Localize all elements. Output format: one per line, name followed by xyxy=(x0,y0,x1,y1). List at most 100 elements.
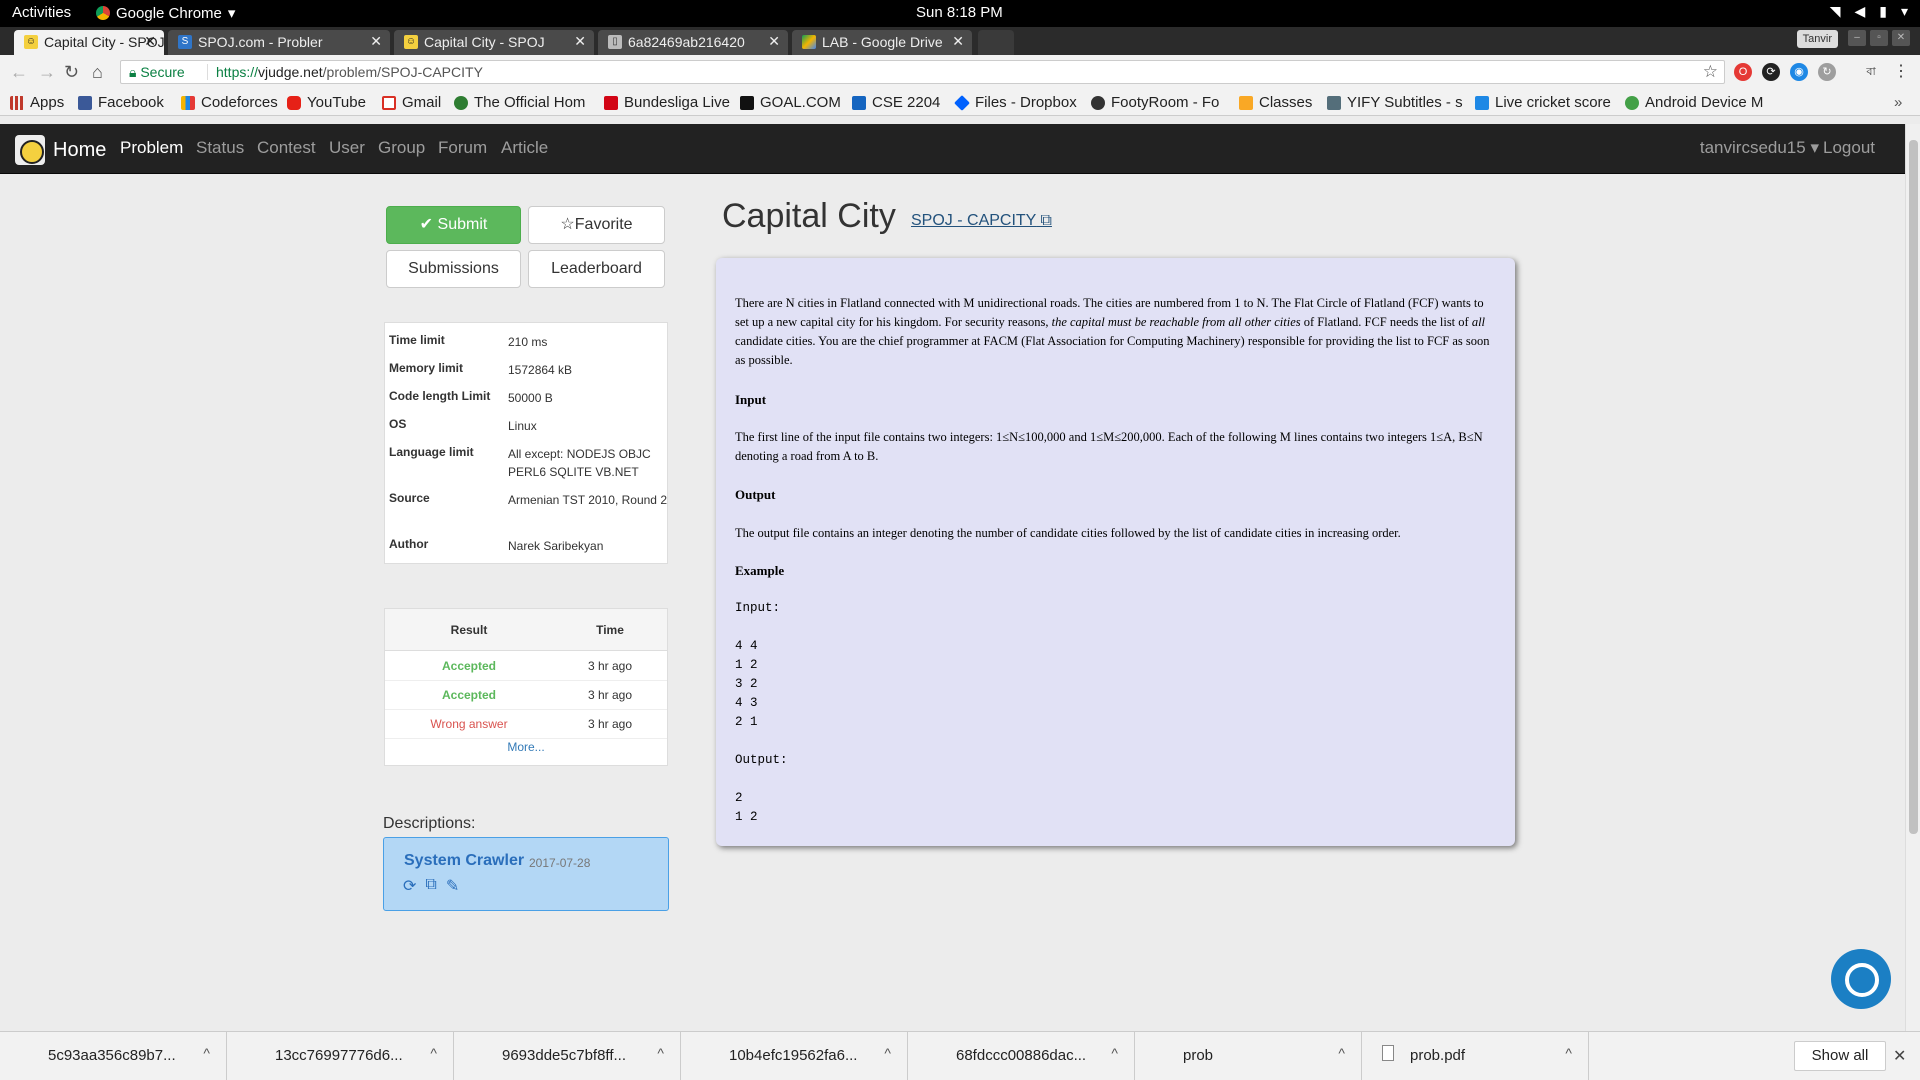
close-icon[interactable]: ✕ xyxy=(370,33,382,50)
result-status[interactable]: Accepted xyxy=(385,688,553,702)
submit-button[interactable]: ✔ Submit xyxy=(386,206,521,244)
bookmark-cse2204[interactable]: CSE 2204 xyxy=(852,94,940,111)
bookmark-cricket[interactable]: Live cricket score xyxy=(1475,94,1611,111)
close-icon[interactable]: ✕ xyxy=(952,33,964,50)
menu-icon[interactable]: ⋮ xyxy=(1892,63,1910,81)
browser-tab[interactable]: S SPOJ.com - Probler ✕ xyxy=(168,30,390,55)
download-item[interactable]: 10b4efc19562fa6... ^ xyxy=(681,1032,908,1080)
chevron-up-icon[interactable]: ^ xyxy=(1565,1045,1572,1061)
app-menu[interactable]: Google Chrome ▾ xyxy=(96,4,235,22)
result-row[interactable]: Accepted 3 hr ago xyxy=(385,681,667,710)
time-column-header: Time xyxy=(596,623,624,637)
chevron-up-icon[interactable]: ^ xyxy=(1111,1045,1118,1061)
description-name[interactable]: System Crawler xyxy=(404,852,524,870)
sync-extension-icon[interactable]: ⟳ xyxy=(1762,63,1780,81)
submissions-button[interactable]: Submissions xyxy=(386,250,521,288)
download-item[interactable]: 13cc76997776d6... ^ xyxy=(227,1032,454,1080)
chevron-up-icon[interactable]: ^ xyxy=(1338,1045,1345,1061)
opera-extension-icon[interactable]: O xyxy=(1734,63,1752,81)
nav-contest[interactable]: Contest xyxy=(257,138,316,158)
more-results-link[interactable]: More... xyxy=(385,740,667,754)
minimize-icon[interactable]: – xyxy=(1848,30,1866,46)
bookmark-goal[interactable]: GOAL.COM xyxy=(740,94,841,111)
new-tab-button[interactable] xyxy=(978,30,1014,55)
info-key: Source xyxy=(389,491,430,505)
browser-tab[interactable]: ☺ Capital City - SPOJ C ✕ xyxy=(14,30,164,55)
browser-tab[interactable]: LAB - Google Drive ✕ xyxy=(792,30,972,55)
download-item[interactable]: prob.pdf ^ xyxy=(1362,1032,1589,1080)
address-bar[interactable]: 🔒︎ Secure https://vjudge.net/problem/SPO… xyxy=(120,60,1725,84)
home-link[interactable]: Home xyxy=(15,135,106,165)
download-item[interactable]: 9693dde5c7bf8ff... ^ xyxy=(454,1032,681,1080)
nav-problem[interactable]: Problem xyxy=(120,138,183,158)
nav-article[interactable]: Article xyxy=(501,138,548,158)
problem-source-link[interactable]: SPOJ - CAPCITY ⧉ xyxy=(911,212,1052,230)
leaderboard-button[interactable]: Leaderboard xyxy=(528,250,665,288)
nav-user[interactable]: User xyxy=(329,138,365,158)
system-tray[interactable]: ◥ ◀ ▮ ▾ xyxy=(1830,3,1908,20)
bookmark-apps[interactable]: Apps xyxy=(10,94,64,111)
bookmark-footyroom[interactable]: FootyRoom - Fo xyxy=(1091,94,1219,111)
result-row[interactable]: Accepted 3 hr ago xyxy=(385,652,667,681)
external-link-icon[interactable]: ⧉ xyxy=(425,876,436,896)
nav-group[interactable]: Group xyxy=(378,138,425,158)
bookmark-yify[interactable]: YIFY Subtitles - s xyxy=(1327,94,1463,111)
home-icon[interactable]: ⌂ xyxy=(92,62,103,83)
bookmark-codeforces[interactable]: Codeforces xyxy=(181,94,278,111)
result-status[interactable]: Wrong answer xyxy=(385,717,553,731)
secure-indicator[interactable]: 🔒︎ Secure xyxy=(129,64,185,81)
download-item[interactable]: 68fdccc00886dac... ^ xyxy=(908,1032,1135,1080)
bookmark-star-icon[interactable]: ☆ xyxy=(1703,62,1718,82)
description-item[interactable]: System Crawler 2017-07-28 ⟳ ⧉ ✎ xyxy=(383,837,669,911)
chevron-up-icon[interactable]: ^ xyxy=(884,1045,891,1061)
refresh-icon[interactable]: ⟳ xyxy=(403,876,416,896)
edit-icon[interactable]: ✎ xyxy=(446,876,459,896)
chevron-up-icon[interactable]: ^ xyxy=(430,1045,437,1061)
bookmark-bundesliga[interactable]: Bundesliga Live xyxy=(604,94,730,111)
profile-button[interactable]: Tanvir xyxy=(1796,30,1838,48)
close-icon[interactable]: ✕ xyxy=(574,33,586,50)
bengali-extension-icon[interactable]: বা xyxy=(1862,63,1880,81)
close-window-icon[interactable]: ✕ xyxy=(1892,30,1910,46)
messenger-extension-icon[interactable]: ◉ xyxy=(1790,63,1808,81)
bookmark-gmail[interactable]: Gmail xyxy=(382,94,441,111)
bookmarks-overflow-icon[interactable]: » xyxy=(1894,94,1902,111)
grey-extension-icon[interactable]: ↻ xyxy=(1818,63,1836,81)
close-icon[interactable]: ✕ xyxy=(1893,1046,1906,1066)
browser-tab[interactable]: ☺ Capital City - SPOJ C ✕ xyxy=(394,30,594,55)
user-menu[interactable]: tanvircsedu15 ▾ xyxy=(1700,138,1819,158)
bookmark-android[interactable]: Android Device M xyxy=(1625,94,1763,111)
download-item[interactable]: prob ^ xyxy=(1135,1032,1362,1080)
bookmark-classes[interactable]: Classes xyxy=(1239,94,1312,111)
chevron-up-icon[interactable]: ^ xyxy=(657,1045,664,1061)
activities-button[interactable]: Activities xyxy=(12,4,71,21)
bookmark-official-home[interactable]: The Official Hom xyxy=(454,94,585,111)
result-status[interactable]: Accepted xyxy=(385,659,553,673)
bookmark-youtube[interactable]: YouTube xyxy=(287,94,366,111)
favorite-button[interactable]: ☆Favorite xyxy=(528,206,665,244)
support-chat-icon[interactable] xyxy=(1831,949,1891,1009)
page-scrollbar[interactable] xyxy=(1905,124,1920,1031)
browser-tab[interactable]: ▯ 6a82469ab216420 ✕ xyxy=(598,30,788,55)
chevron-up-icon[interactable]: ^ xyxy=(203,1045,210,1061)
close-icon[interactable]: ✕ xyxy=(144,33,156,50)
reload-icon[interactable]: ↻ xyxy=(64,62,79,83)
site-navbar: Home Problem Status Contest User Group F… xyxy=(0,124,1905,174)
nav-forum[interactable]: Forum xyxy=(438,138,487,158)
result-row[interactable]: Wrong answer 3 hr ago xyxy=(385,710,667,739)
bookmark-label: YIFY Subtitles - s xyxy=(1347,94,1463,111)
download-item[interactable]: 5c93aa356c89b7... ^ xyxy=(0,1032,227,1080)
scrollbar-thumb[interactable] xyxy=(1909,140,1918,834)
forward-icon[interactable]: → xyxy=(38,62,56,83)
maximize-icon[interactable]: ▫ xyxy=(1870,30,1888,46)
show-all-downloads-button[interactable]: Show all xyxy=(1794,1041,1886,1071)
clock[interactable]: Sun 8:18 PM xyxy=(916,4,1003,21)
back-icon[interactable]: ← xyxy=(10,62,28,83)
logout-link[interactable]: Logout xyxy=(1823,138,1875,158)
close-icon[interactable]: ✕ xyxy=(768,33,780,50)
bookmark-facebook[interactable]: Facebook xyxy=(78,94,164,111)
codeforces-icon xyxy=(181,95,195,110)
nav-status[interactable]: Status xyxy=(196,138,244,158)
bookmark-dropbox[interactable]: Files - Dropbox xyxy=(954,94,1077,111)
url-text[interactable]: https://vjudge.net/problem/SPOJ-CAPCITY xyxy=(207,64,483,80)
